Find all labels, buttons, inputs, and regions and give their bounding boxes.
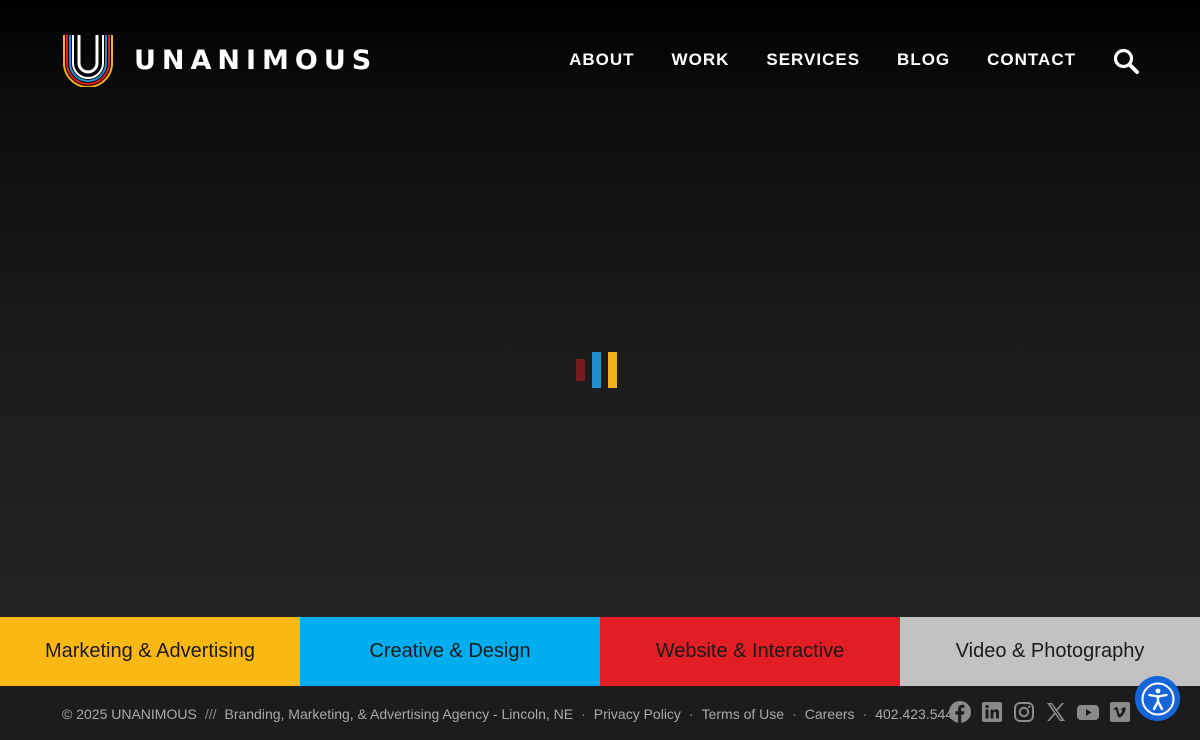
footer-tagline: Branding, Marketing, & Advertising Agenc… bbox=[224, 706, 574, 722]
privacy-policy-link[interactable]: Privacy Policy bbox=[594, 706, 681, 722]
footer-bullet: · bbox=[581, 706, 586, 722]
loader-bar-3 bbox=[608, 352, 617, 388]
accessibility-icon bbox=[1141, 682, 1174, 715]
brand-name: UNANIMOUS bbox=[134, 44, 378, 76]
footer-divider: /// bbox=[204, 706, 217, 722]
linkedin-link[interactable] bbox=[980, 700, 1004, 724]
terms-of-use-link[interactable]: Terms of Use bbox=[702, 706, 784, 722]
loading-indicator bbox=[576, 352, 618, 388]
service-creative-design[interactable]: Creative & Design bbox=[300, 617, 600, 686]
nav-blog[interactable]: BLOG bbox=[897, 50, 950, 70]
footer-bullet: · bbox=[862, 706, 868, 722]
instagram-link[interactable] bbox=[1012, 700, 1036, 724]
search-button[interactable] bbox=[1111, 46, 1141, 76]
footer-bullet: · bbox=[688, 706, 694, 722]
loader-bar-1 bbox=[576, 359, 585, 381]
services-strip: Marketing & Advertising Creative & Desig… bbox=[0, 617, 1200, 686]
vimeo-link[interactable] bbox=[1108, 700, 1132, 724]
brand-logo[interactable]: UNANIMOUS bbox=[60, 33, 377, 87]
search-icon bbox=[1113, 48, 1139, 74]
youtube-icon bbox=[1077, 705, 1099, 720]
hero-background bbox=[0, 0, 1200, 617]
instagram-icon bbox=[1014, 702, 1034, 722]
youtube-link[interactable] bbox=[1076, 700, 1100, 724]
loader-bar-2 bbox=[592, 352, 601, 388]
nav-about[interactable]: ABOUT bbox=[569, 50, 634, 70]
service-website-interactive[interactable]: Website & Interactive bbox=[600, 617, 900, 686]
nav-services[interactable]: SERVICES bbox=[766, 50, 860, 70]
x-link[interactable] bbox=[1044, 700, 1068, 724]
footer-links: © 2025 UNANIMOUS /// Branding, Marketing… bbox=[62, 705, 961, 723]
careers-link[interactable]: Careers bbox=[805, 706, 855, 722]
nav-contact[interactable]: CONTACT bbox=[987, 50, 1076, 70]
x-icon bbox=[1047, 703, 1065, 721]
copyright-text: © 2025 UNANIMOUS bbox=[62, 706, 197, 722]
facebook-link[interactable] bbox=[948, 700, 972, 724]
logo-mark-icon bbox=[63, 35, 113, 87]
facebook-icon bbox=[949, 701, 971, 723]
main-nav: ABOUT WORK SERVICES BLOG CONTACT bbox=[532, 48, 1076, 72]
accessibility-button[interactable] bbox=[1135, 676, 1180, 721]
linkedin-icon bbox=[982, 702, 1002, 722]
vimeo-icon bbox=[1110, 702, 1130, 722]
nav-work[interactable]: WORK bbox=[672, 50, 730, 70]
social-links bbox=[948, 700, 1140, 724]
service-marketing-advertising[interactable]: Marketing & Advertising bbox=[0, 617, 300, 686]
footer-bullet: · bbox=[792, 706, 797, 722]
